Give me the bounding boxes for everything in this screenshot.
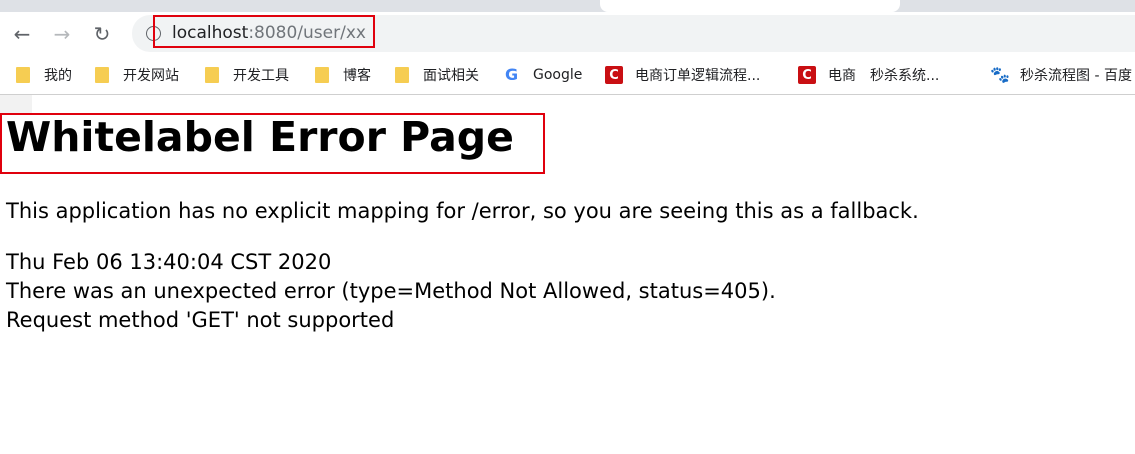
folder-icon [315,67,329,83]
baidu-icon: 🐾 [990,65,1010,84]
bookmark-label: 面试相关 [423,68,479,84]
back-button[interactable]: ← [8,20,36,48]
address-bar[interactable]: localhost:8080/user/xx [132,15,1135,52]
bookmark-item[interactable]: C 电商 秒杀系统... [798,65,939,85]
bookmarks-bar: 我的 开发网站 开发工具 博客 面试相关 G Google C 电商订单逻辑流程… [0,56,1135,95]
browser-toolbar: ← → ↻ localhost:8080/user/xx [0,12,1135,56]
active-tab[interactable] [600,0,900,12]
bookmark-label: Google [533,67,583,83]
google-icon: G [505,65,519,84]
bookmark-item[interactable]: C 电商订单逻辑流程... [605,65,760,85]
bookmark-label: 秒杀流程图 - 百度 [1020,68,1132,84]
bookmark-label: 电商 秒杀系统... [828,68,940,84]
bookmark-item[interactable]: G Google [505,65,582,85]
forward-arrow-icon: → [53,22,71,46]
bookmark-label: 开发网站 [123,68,179,84]
bookmark-label: 开发工具 [233,68,289,84]
forward-button[interactable]: → [48,20,76,48]
folder-icon [16,67,30,83]
bookmark-label: 电商订单逻辑流程... [635,68,761,84]
reload-button[interactable]: ↻ [88,20,116,48]
bookmark-item[interactable]: 我的 [16,65,72,85]
reload-icon: ↻ [93,22,111,46]
folder-icon [205,67,219,83]
bookmark-item[interactable]: 🐾 秒杀流程图 - 百度 [990,65,1132,85]
bookmark-label: 博客 [343,68,371,84]
fallback-message: This application has no explicit mapping… [6,199,919,223]
url-host: localhost [172,23,249,43]
page-content: Whitelabel Error Page This application h… [0,95,1135,454]
folder-icon [395,67,409,83]
page-corner-stub [0,95,32,113]
bookmark-label: 我的 [44,68,72,84]
error-type-line: There was an unexpected error (type=Meth… [6,279,776,303]
folder-icon [95,67,109,83]
bookmark-item[interactable]: 面试相关 [395,65,479,85]
url-text[interactable]: localhost:8080/user/xx [172,23,366,43]
csdn-icon: C [798,66,816,84]
page-title: Whitelabel Error Page [6,113,514,161]
bookmark-item[interactable]: 博客 [315,65,371,85]
info-icon[interactable] [146,26,161,41]
back-arrow-icon: ← [13,22,31,46]
error-timestamp: Thu Feb 06 13:40:04 CST 2020 [6,250,332,274]
tab-strip [0,0,1135,12]
bookmark-item[interactable]: 开发网站 [95,65,179,85]
bookmark-item[interactable]: 开发工具 [205,65,289,85]
csdn-icon: C [605,66,623,84]
error-detail-line: Request method 'GET' not supported [6,308,395,332]
url-path: :8080/user/xx [248,23,366,43]
